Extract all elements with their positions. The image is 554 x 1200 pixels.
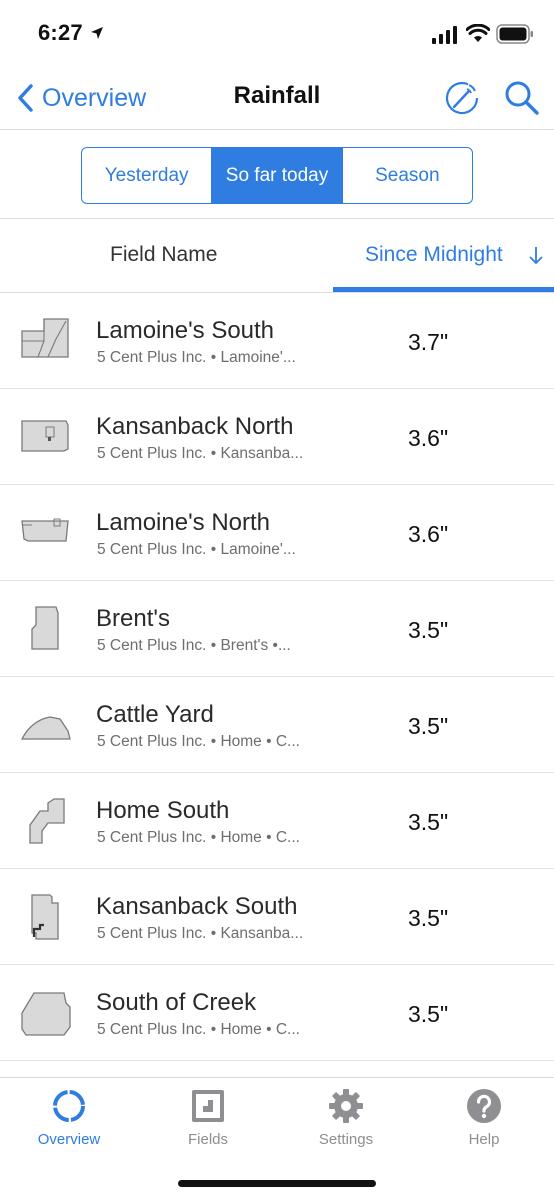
table-row[interactable]: Cattle Yard 5 Cent Plus Inc. • Home • C.…	[0, 677, 554, 773]
field-shape-icon	[21, 420, 69, 452]
location-arrow-icon	[91, 27, 103, 39]
field-name: Kansanback South	[96, 893, 298, 920]
table-row[interactable]: Kansanback South 5 Cent Plus Inc. • Kans…	[0, 869, 554, 965]
segment-season[interactable]: Season	[341, 148, 472, 203]
battery-icon	[496, 24, 533, 44]
field-name: Brent's	[96, 605, 170, 632]
back-button-label: Overview	[42, 83, 147, 112]
chevron-left-icon	[18, 84, 33, 112]
field-subtitle: 5 Cent Plus Inc. • Home • C...	[97, 733, 300, 750]
tab-label: Overview	[37, 1131, 101, 1148]
radar-button-icon[interactable]	[442, 78, 482, 118]
field-name: Home South	[96, 797, 230, 824]
table-row[interactable]: Lamoine's North 5 Cent Plus Inc. • Lamoi…	[0, 485, 554, 581]
rainfall-value: 3.7"	[408, 329, 449, 355]
field-shape-icon	[21, 318, 69, 358]
gear-icon	[329, 1089, 363, 1123]
back-button[interactable]: Overview	[16, 80, 146, 116]
overview-ring-icon	[53, 1090, 85, 1122]
period-segmented-control: Yesterday So far today Season	[81, 147, 473, 204]
rainfall-screen: 6:27 Overview Rainfall Yesterday So far …	[0, 0, 554, 1200]
column-header-row: Field Name Since Midnight	[0, 219, 554, 293]
column-since-midnight[interactable]: Since Midnight	[365, 243, 503, 267]
rainfall-value: 3.5"	[408, 617, 449, 643]
field-subtitle: 5 Cent Plus Inc. • Lamoine'...	[97, 349, 296, 366]
rainfall-value: 3.6"	[408, 521, 449, 547]
segment-so-far-today[interactable]: So far today	[211, 148, 342, 203]
search-icon[interactable]	[504, 80, 540, 116]
tab-label: Settings	[318, 1131, 374, 1148]
field-subtitle: 5 Cent Plus Inc. • Kansanba...	[97, 925, 304, 942]
rainfall-value: 3.5"	[408, 809, 449, 835]
field-name: Kansanback North	[96, 413, 294, 440]
field-shape-icon	[21, 992, 71, 1036]
table-row[interactable]: Brent's 5 Cent Plus Inc. • Brent's •... …	[0, 581, 554, 677]
field-name: Cattle Yard	[96, 701, 214, 728]
home-indicator[interactable]	[178, 1180, 376, 1187]
field-name: Lamoine's South	[96, 317, 275, 344]
tab-label: Fields	[187, 1131, 228, 1148]
rainfall-value: 3.5"	[408, 713, 449, 739]
field-subtitle: 5 Cent Plus Inc. • Home • C...	[97, 829, 300, 846]
tab-help[interactable]: Help	[424, 1088, 544, 1158]
field-subtitle: 5 Cent Plus Inc. • Lamoine'...	[97, 541, 296, 558]
field-shape-icon	[29, 798, 65, 844]
table-row[interactable]: South of Creek 5 Cent Plus Inc. • Home •…	[0, 965, 554, 1061]
rainfall-value: 3.5"	[408, 905, 449, 931]
tab-label: Help	[468, 1131, 500, 1148]
navigation-bar: Overview Rainfall	[0, 66, 554, 130]
rainfall-value: 3.5"	[408, 1001, 449, 1027]
fields-icon	[192, 1090, 224, 1122]
field-name: South of Creek	[96, 989, 257, 1016]
field-subtitle: 5 Cent Plus Inc. • Home • C...	[97, 1021, 300, 1038]
rainfall-value: 3.6"	[408, 425, 449, 451]
table-row[interactable]: Kansanback North 5 Cent Plus Inc. • Kans…	[0, 389, 554, 485]
field-shape-icon	[21, 518, 69, 542]
help-icon	[467, 1089, 501, 1123]
field-subtitle: 5 Cent Plus Inc. • Kansanba...	[97, 445, 304, 462]
sort-descending-icon[interactable]	[528, 246, 544, 266]
field-shape-icon	[31, 606, 59, 650]
table-row[interactable]: Lamoine's South 5 Cent Plus Inc. • Lamoi…	[0, 293, 554, 389]
status-bar: 6:27	[0, 0, 554, 66]
segment-yesterday[interactable]: Yesterday	[82, 148, 211, 203]
field-list: Lamoine's South 5 Cent Plus Inc. • Lamoi…	[0, 293, 554, 1061]
field-shape-icon	[31, 894, 59, 940]
field-shape-icon	[20, 716, 71, 740]
status-time: 6:27	[38, 20, 83, 45]
tab-fields[interactable]: Fields	[148, 1088, 268, 1158]
table-row[interactable]: Home South 5 Cent Plus Inc. • Home • C..…	[0, 773, 554, 869]
field-name: Lamoine's North	[96, 509, 270, 536]
wifi-icon	[466, 24, 490, 42]
cellular-signal-icon	[432, 26, 457, 44]
tab-settings[interactable]: Settings	[286, 1088, 406, 1158]
tab-overview[interactable]: Overview	[9, 1088, 129, 1158]
column-field-name[interactable]: Field Name	[110, 243, 217, 267]
field-subtitle: 5 Cent Plus Inc. • Brent's •...	[97, 637, 291, 654]
